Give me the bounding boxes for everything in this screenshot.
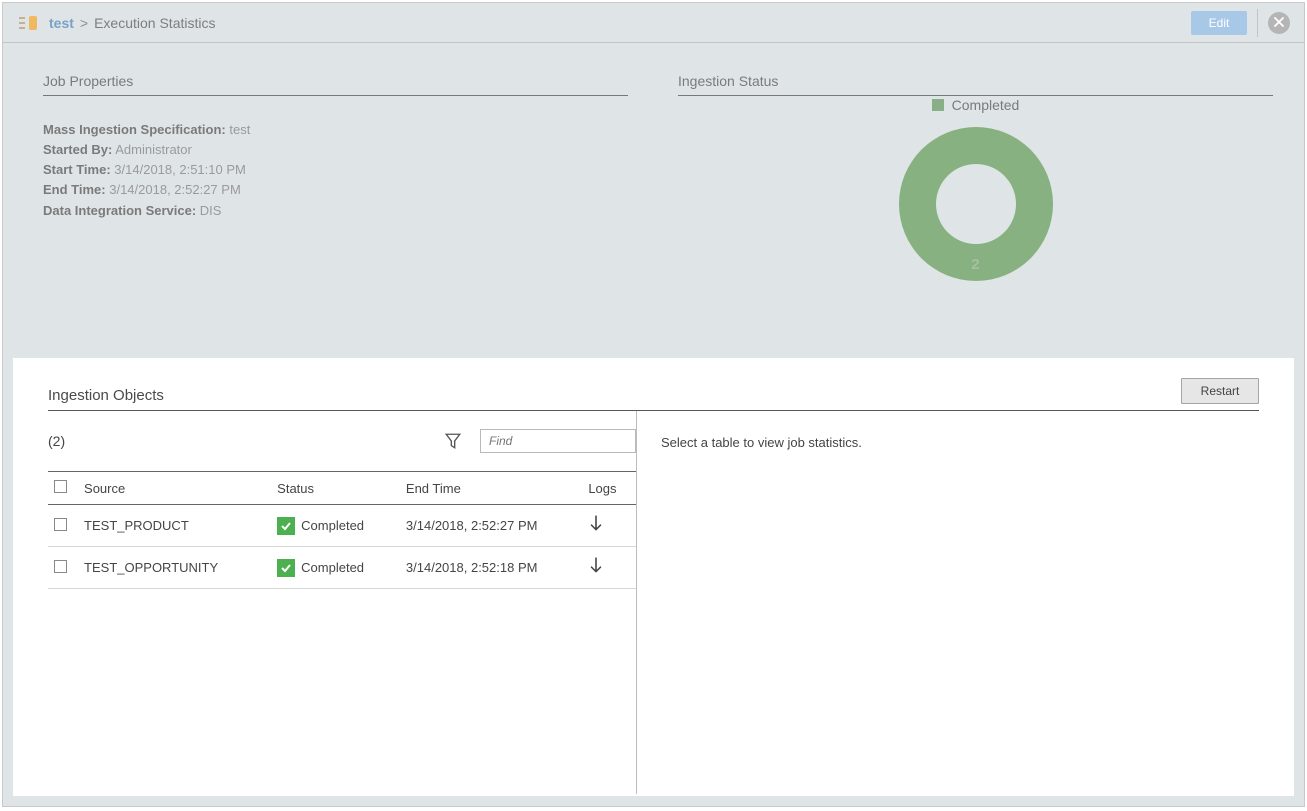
chart-legend: Completed (899, 97, 1053, 113)
check-icon (277, 559, 295, 577)
row-endtime: 3/14/2018, 2:52:27 PM (400, 505, 582, 547)
prop-label: Start Time: (43, 162, 111, 177)
table-row[interactable]: TEST_PRODUCT Completed 3/14/2018, 2:52:2… (48, 505, 636, 547)
ingestion-objects-title: Ingestion Objects (48, 387, 164, 404)
table-row[interactable]: TEST_OPPORTUNITY Completed 3/14/2018, 2:… (48, 547, 636, 589)
find-input[interactable] (480, 429, 636, 453)
col-status: Status (271, 472, 400, 505)
prop-label: Data Integration Service: (43, 203, 196, 218)
window-frame: test > Execution Statistics Edit Job Pro… (2, 2, 1305, 807)
topbar: test > Execution Statistics Edit (3, 3, 1304, 43)
upper-panel: Job Properties Mass Ingestion Specificat… (3, 43, 1304, 343)
donut-value: 2 (971, 256, 979, 273)
status-badge: Completed (277, 517, 364, 535)
topbar-right: Edit (1191, 9, 1290, 37)
legend-swatch (932, 99, 944, 111)
donut-chart: 2 (899, 127, 1053, 281)
restart-button[interactable]: Restart (1181, 378, 1259, 404)
detail-panel: Select a table to view job statistics. (636, 411, 1259, 794)
filter-icon[interactable] (444, 432, 462, 450)
status-text: Completed (301, 560, 364, 575)
mass-ingestion-icon (17, 13, 39, 33)
check-icon (277, 517, 295, 535)
prop-value: DIS (200, 203, 222, 218)
breadcrumb-link[interactable]: test (49, 15, 74, 31)
breadcrumb-separator: > (80, 15, 88, 31)
divider (1257, 9, 1258, 37)
prop-value: 3/14/2018, 2:51:10 PM (114, 162, 246, 177)
download-log-icon[interactable] (588, 521, 604, 536)
close-icon (1274, 15, 1284, 30)
close-button[interactable] (1268, 12, 1290, 34)
page-title: Execution Statistics (94, 15, 215, 31)
prop-label: Mass Ingestion Specification: (43, 122, 226, 137)
status-badge: Completed (277, 559, 364, 577)
detail-placeholder: Select a table to view job statistics. (661, 435, 862, 450)
col-source: Source (78, 472, 271, 505)
select-all-checkbox[interactable] (54, 480, 67, 493)
ingestion-objects-header: Ingestion Objects Restart (48, 358, 1259, 404)
col-logs: Logs (582, 472, 636, 505)
col-endtime: End Time (400, 472, 582, 505)
row-endtime: 3/14/2018, 2:52:18 PM (400, 547, 582, 589)
prop-value: Administrator (115, 142, 192, 157)
ingestion-status-chart: Completed 2 (899, 85, 1053, 281)
prop-value: test (229, 122, 250, 137)
prop-label: End Time: (43, 182, 106, 197)
prop-label: Started By: (43, 142, 112, 157)
legend-label: Completed (952, 97, 1020, 113)
objects-list-panel: (2) Source Status (48, 411, 636, 794)
row-source: TEST_OPPORTUNITY (78, 547, 271, 589)
row-source: TEST_PRODUCT (78, 505, 271, 547)
donut-hole (936, 164, 1016, 244)
prop-value: 3/14/2018, 2:52:27 PM (109, 182, 241, 197)
lower-panel: Ingestion Objects Restart (2) (13, 358, 1294, 796)
job-properties-section: Job Properties Mass Ingestion Specificat… (43, 73, 628, 221)
row-checkbox[interactable] (54, 518, 67, 531)
download-log-icon[interactable] (588, 563, 604, 578)
objects-count: (2) (48, 433, 65, 449)
row-checkbox[interactable] (54, 560, 67, 573)
job-properties-title: Job Properties (43, 73, 628, 96)
objects-table: Source Status End Time Logs TEST_PRODUCT (48, 471, 636, 589)
status-text: Completed (301, 518, 364, 533)
edit-button[interactable]: Edit (1191, 11, 1247, 35)
job-properties-list: Mass Ingestion Specification: test Start… (43, 120, 628, 221)
objects-subbar: (2) (48, 429, 636, 453)
ingestion-status-section: Ingestion Status Completed 2 (678, 73, 1273, 96)
